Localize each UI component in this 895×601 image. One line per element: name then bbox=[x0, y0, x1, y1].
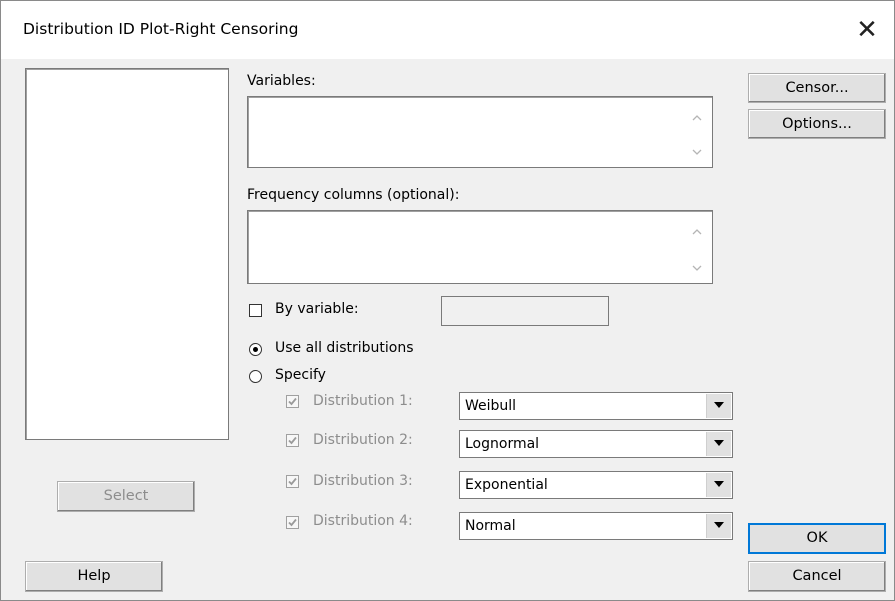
triangle-down-icon bbox=[714, 481, 724, 487]
triangle-down-icon bbox=[714, 440, 724, 446]
distribution-3-label: Distribution 3: bbox=[313, 473, 413, 489]
triangle-down-icon bbox=[714, 522, 724, 528]
dropdown-button[interactable] bbox=[706, 394, 731, 418]
by-variable-checkbox[interactable] bbox=[249, 304, 262, 317]
use-all-distributions-label: Use all distributions bbox=[275, 340, 414, 356]
help-button[interactable]: Help bbox=[25, 561, 163, 592]
cancel-button[interactable]: Cancel bbox=[748, 561, 886, 592]
distribution-1-value: Weibull bbox=[465, 398, 517, 414]
distribution-2-label: Distribution 2: bbox=[313, 432, 413, 448]
chevron-down-icon[interactable] bbox=[690, 261, 704, 275]
by-variable-field[interactable] bbox=[441, 296, 609, 326]
chevron-up-icon[interactable] bbox=[690, 225, 704, 239]
distribution-1-select[interactable]: Weibull bbox=[459, 392, 733, 420]
distribution-3-checkbox[interactable] bbox=[286, 475, 299, 488]
distribution-1-checkbox[interactable] bbox=[286, 395, 299, 408]
distribution-2-value: Lognormal bbox=[465, 436, 540, 452]
dropdown-button[interactable] bbox=[706, 432, 731, 456]
checkmark-icon bbox=[288, 518, 297, 527]
distribution-2-checkbox[interactable] bbox=[286, 434, 299, 447]
column-list-box[interactable] bbox=[25, 68, 229, 440]
triangle-down-icon bbox=[714, 402, 724, 408]
distribution-4-checkbox[interactable] bbox=[286, 516, 299, 529]
by-variable-label: By variable: bbox=[275, 301, 359, 317]
distribution-4-value: Normal bbox=[465, 518, 516, 534]
checkmark-icon bbox=[288, 397, 297, 406]
options-button[interactable]: Options... bbox=[748, 109, 886, 139]
ok-button[interactable]: OK bbox=[748, 523, 886, 554]
radio-selected-dot bbox=[253, 347, 258, 352]
frequency-columns-label: Frequency columns (optional): bbox=[247, 187, 460, 203]
chevron-up-icon[interactable] bbox=[690, 111, 704, 125]
chevron-down-icon[interactable] bbox=[690, 145, 704, 159]
distribution-3-value: Exponential bbox=[465, 477, 548, 493]
distribution-4-select[interactable]: Normal bbox=[459, 512, 733, 540]
dropdown-button[interactable] bbox=[706, 473, 731, 497]
distribution-id-plot-dialog: Distribution ID Plot-Right Censoring ✕ V… bbox=[0, 0, 895, 601]
variables-field[interactable] bbox=[247, 96, 713, 168]
close-icon[interactable]: ✕ bbox=[847, 11, 887, 49]
checkmark-icon bbox=[288, 436, 297, 445]
specify-label: Specify bbox=[275, 367, 326, 383]
select-button[interactable]: Select bbox=[57, 481, 195, 512]
dropdown-button[interactable] bbox=[706, 514, 731, 538]
dialog-title: Distribution ID Plot-Right Censoring bbox=[23, 20, 299, 38]
distribution-3-select[interactable]: Exponential bbox=[459, 471, 733, 499]
censor-button[interactable]: Censor... bbox=[748, 73, 886, 103]
distribution-4-label: Distribution 4: bbox=[313, 513, 413, 529]
specify-radio[interactable] bbox=[249, 370, 262, 383]
distribution-2-select[interactable]: Lognormal bbox=[459, 430, 733, 458]
frequency-columns-field[interactable] bbox=[247, 210, 713, 284]
variables-label: Variables: bbox=[247, 73, 316, 89]
checkmark-icon bbox=[288, 477, 297, 486]
distribution-1-label: Distribution 1: bbox=[313, 393, 413, 409]
use-all-distributions-radio[interactable] bbox=[249, 343, 262, 356]
title-bar: Distribution ID Plot-Right Censoring ✕ bbox=[1, 1, 894, 59]
